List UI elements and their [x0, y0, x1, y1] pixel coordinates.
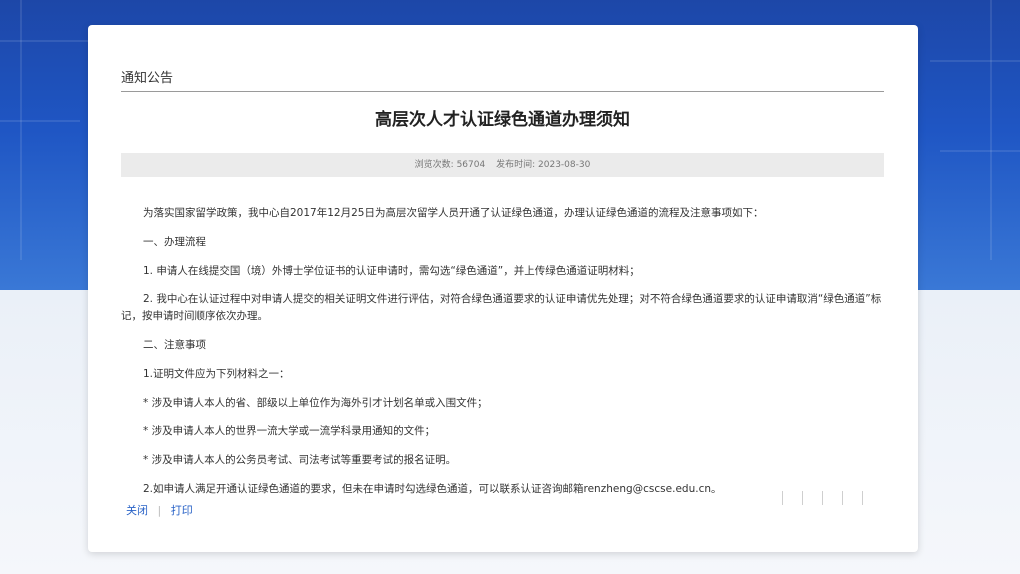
list-item: * 涉及申请人本人的世界一流大学或一流学科录用通知的文件； [143, 425, 436, 438]
breadcrumb[interactable]: 通知公告 [121, 67, 173, 86]
meta-bar: 浏览次数: 56704 发布时间: 2023-08-30 [121, 153, 884, 177]
list-item: * 涉及申请人本人的省、部级以上单位作为海外引才计划名单或入围文件； [143, 396, 488, 409]
page-title: 高层次人才认证绿色通道办理须知 [375, 110, 630, 130]
footer-links: 关闭 | 打印 [126, 502, 193, 518]
article-body: 为落实国家留学政策，我中心自2017年12月25日为高层次留学人员开通了认证绿色… [121, 205, 884, 498]
list-item: 1. 申请人在线提交国（境）外博士学位证书的认证申请时，需勾选“绿色通道”，并上… [143, 264, 640, 277]
publish-date: 2023-08-30 [538, 160, 591, 170]
intro-paragraph: 为落实国家留学政策，我中心自2017年12月25日为高层次留学人员开通了认证绿色… [143, 207, 764, 219]
list-item: 2.如申请人满足开通认证绿色通道的要求，但未在申请时勾选绿色通道，可以联系认证咨… [143, 482, 722, 495]
notice-card: 通知公告 高层次人才认证绿色通道办理须知 浏览次数: 56704 发布时间: 2… [88, 25, 918, 552]
date-label: 发布时间: [496, 160, 536, 170]
breadcrumb-divider [121, 91, 884, 92]
print-link[interactable]: 打印 [171, 504, 193, 517]
close-link[interactable]: 关闭 [126, 504, 148, 517]
date-info: 发布时间: 2023-08-30 [496, 160, 590, 170]
list-item: 2. 我中心在认证过程中对申请人提交的相关证明文件进行评估，对符合绿色通道要求的… [121, 293, 882, 323]
list-item: * 涉及申请人本人的公务员考试、司法考试等重要考试的报名证明。 [143, 454, 457, 467]
section-heading: 一、办理流程 [143, 235, 206, 248]
views-count: 56704 [456, 160, 486, 170]
scroll-indicator [782, 491, 872, 507]
views-label: 浏览次数: [414, 160, 454, 170]
views-info: 浏览次数: 56704 [415, 160, 486, 170]
section-heading: 二、注意事项 [143, 338, 206, 351]
link-divider: | [157, 504, 162, 517]
list-item: 1.证明文件应为下列材料之一： [143, 367, 290, 380]
